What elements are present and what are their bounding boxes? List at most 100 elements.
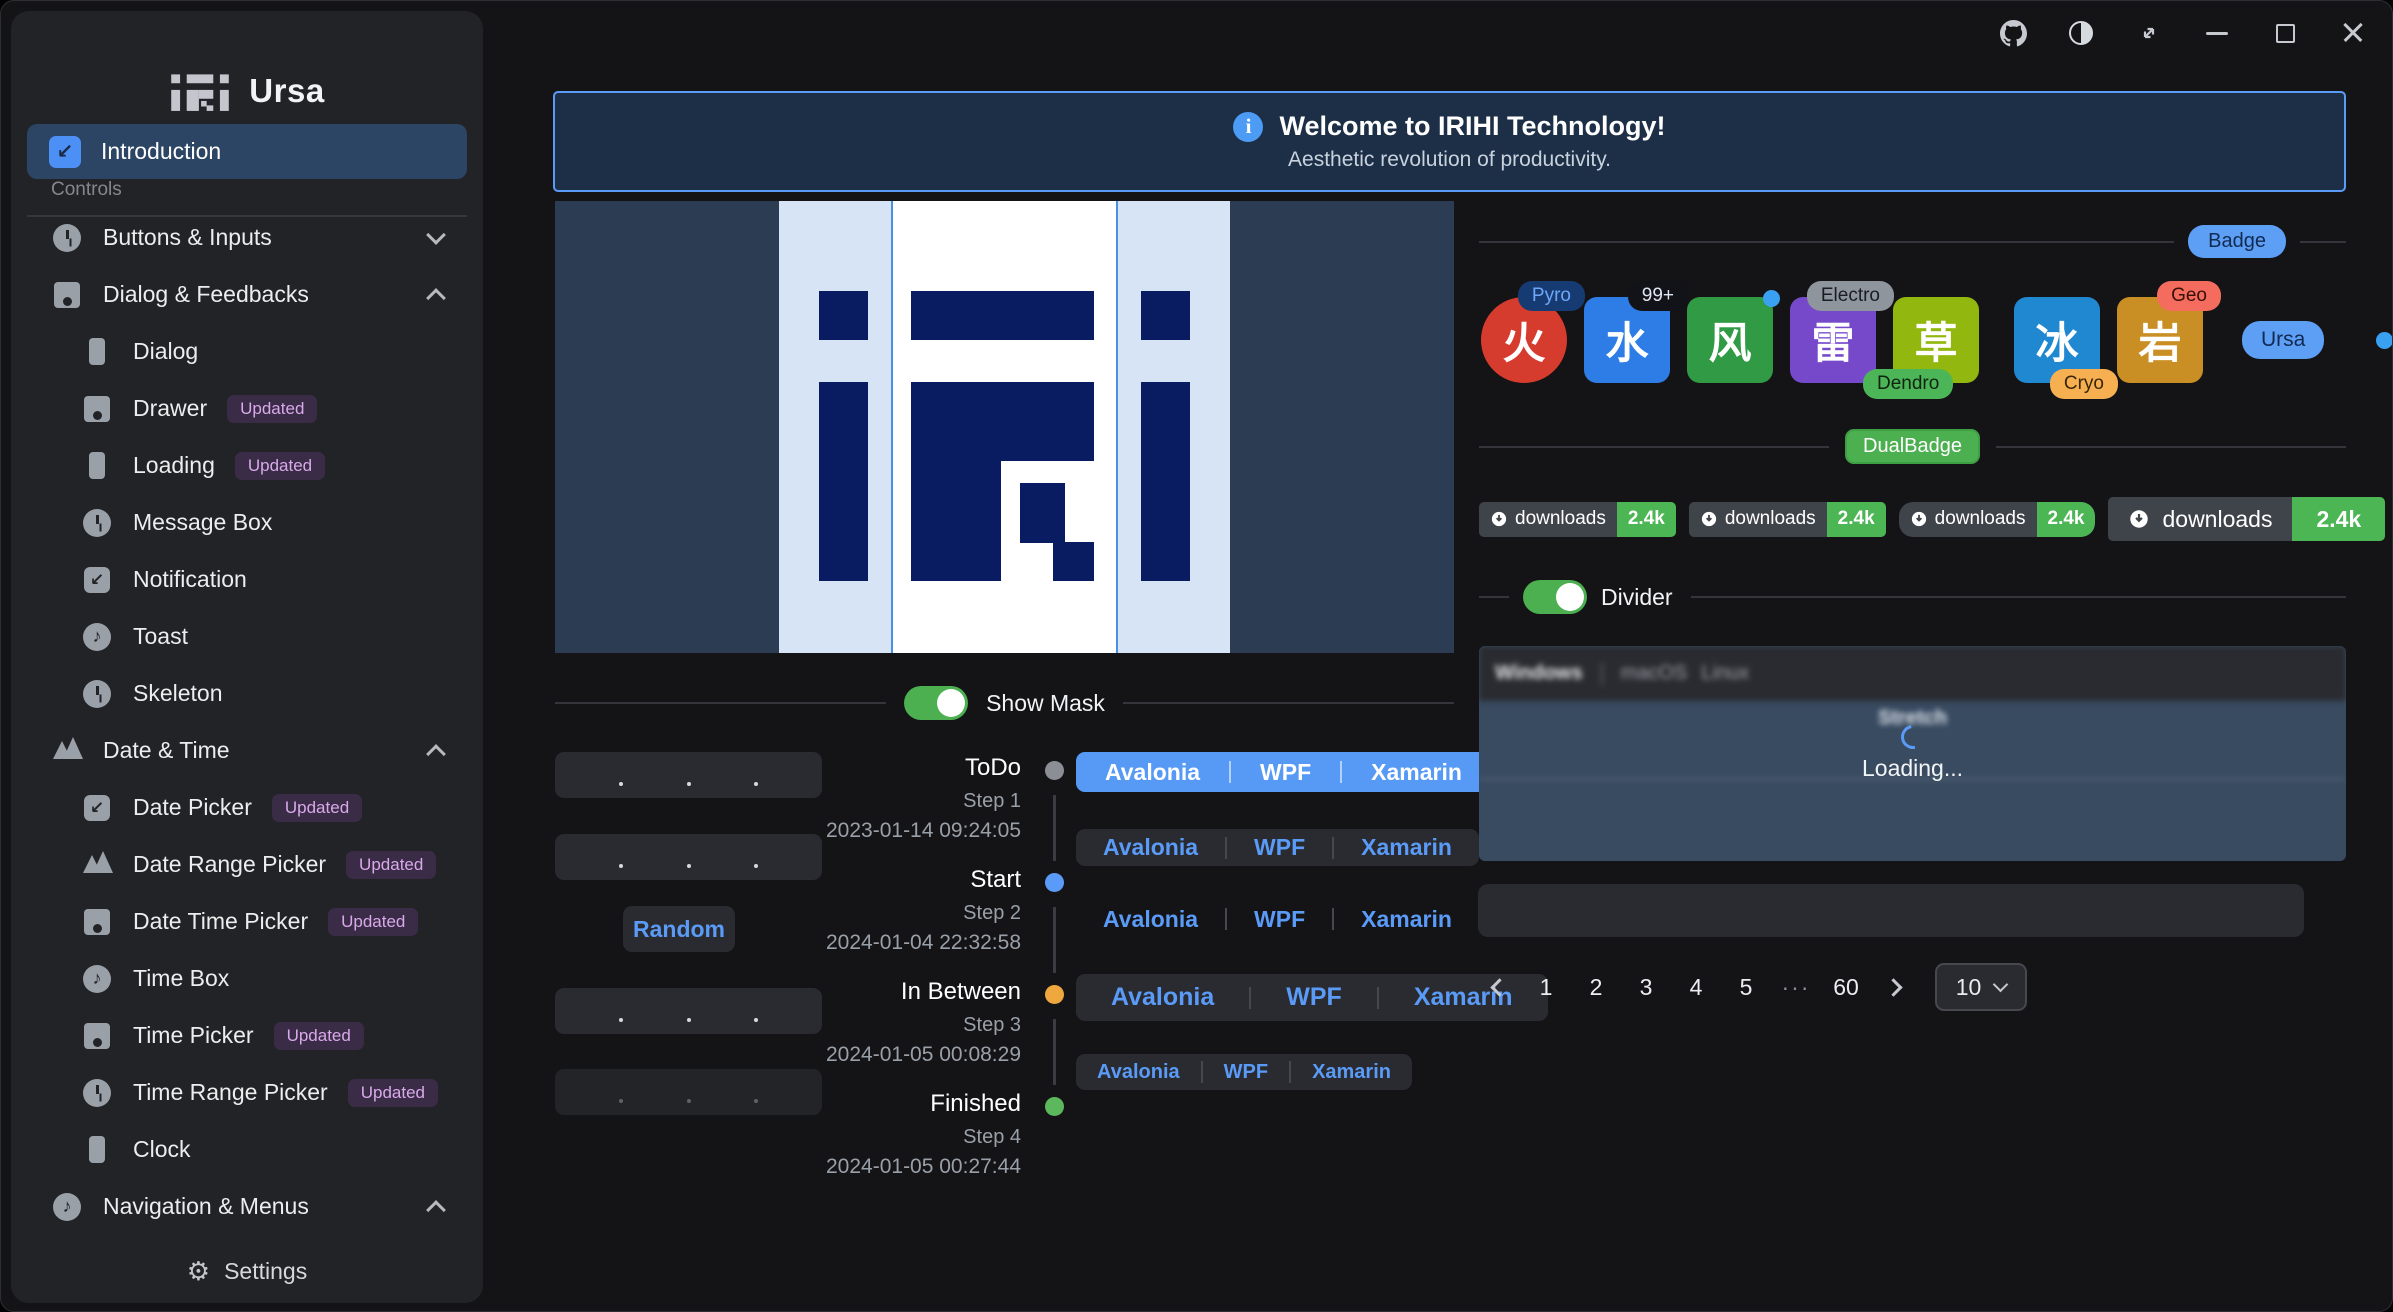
sidebar-item-date-time-picker[interactable]: Date Time Picker Updated — [11, 893, 483, 950]
badge-dendro: 草 Dendro — [1893, 297, 1979, 383]
sidebar-item-navigation-menus[interactable]: Navigation & Menus — [11, 1178, 483, 1235]
downloads-badge: downloads 2.4k — [1689, 502, 1886, 537]
updated-badge: Updated — [227, 395, 317, 423]
loading-panel: Windows macOS Linux Stretch Loading... — [1479, 646, 2346, 861]
badge-cryo: 冰 Cryo — [2014, 297, 2100, 383]
sidebar-item-clock[interactable]: Clock — [11, 1121, 483, 1178]
pagination-ellipsis: ··· — [1773, 974, 1819, 1001]
tab-separator — [1601, 663, 1603, 685]
page-button-60[interactable]: 60 — [1823, 964, 1869, 1010]
badge-electro: 雷 Electro — [1790, 297, 1876, 383]
sidebar-item-date-time[interactable]: Date & Time — [11, 722, 483, 779]
divider-line — [1691, 596, 2346, 598]
sidebar-nav-list: Buttons & Inputs Dialog & Feedbacks Dial… — [11, 209, 483, 1239]
clock-icon — [81, 507, 113, 539]
floppy-icon — [81, 393, 113, 425]
page-size-select[interactable]: 10 — [1935, 963, 2027, 1011]
page-button-2[interactable]: 2 — [1573, 964, 1619, 1010]
xamarin-button[interactable]: Xamarin — [1334, 906, 1479, 933]
dendro-tag: Dendro — [1863, 369, 1953, 399]
sidebar-item-dialog[interactable]: Dialog — [11, 323, 483, 380]
tab-linux[interactable]: Linux — [1701, 662, 1749, 685]
avalonia-button[interactable]: Avalonia — [1076, 906, 1225, 933]
clock-icon — [51, 222, 83, 254]
sidebar-item-date-range-picker[interactable]: Date Range Picker Updated — [11, 836, 483, 893]
sidebar-item-date-picker[interactable]: Date Picker Updated — [11, 779, 483, 836]
timeline-dot-inbetween — [1045, 985, 1064, 1004]
avalonia-button[interactable]: Avalonia — [1076, 834, 1225, 861]
controls-section-label: Controls — [51, 179, 122, 201]
theme-toggle-icon[interactable] — [2058, 15, 2104, 51]
page-button-4[interactable]: 4 — [1673, 964, 1719, 1010]
wpf-button[interactable]: WPF — [1227, 834, 1332, 861]
expand-icon[interactable] — [2126, 15, 2172, 51]
xamarin-button[interactable]: Xamarin — [1342, 759, 1491, 786]
divider-line — [555, 702, 886, 704]
page-button-1[interactable]: 1 — [1523, 964, 1569, 1010]
downloads-badge: downloads 2.4k — [1479, 502, 1676, 537]
avalonia-button[interactable]: Avalonia — [1076, 983, 1249, 1012]
avalonia-button[interactable]: Avalonia — [1076, 1061, 1201, 1084]
divider-line — [1479, 241, 2174, 243]
divider-demo-row: Divider — [1479, 579, 2346, 615]
sidebar-item-introduction[interactable]: ↙ Introduction — [27, 124, 467, 179]
page-button-3[interactable]: 3 — [1623, 964, 1669, 1010]
chevron-down-icon — [1993, 977, 2009, 993]
maximize-button[interactable] — [2262, 15, 2308, 51]
cryo-tag: Cryo — [2050, 369, 2118, 399]
sidebar-item-notification[interactable]: Notification — [11, 551, 483, 608]
wpf-button[interactable]: WPF — [1227, 906, 1332, 933]
welcome-banner: i Welcome to IRIHI Technology! Aesthetic… — [553, 91, 2346, 192]
sidebar-item-message-box[interactable]: Message Box — [11, 494, 483, 551]
mask-band-dark — [555, 201, 779, 653]
button-group-dark: Avalonia WPF Xamarin — [1076, 829, 1479, 866]
sidebar-item-drawer[interactable]: Drawer Updated — [11, 380, 483, 437]
github-icon[interactable] — [1990, 15, 2036, 51]
sidebar-item-time-range-picker[interactable]: Time Range Picker Updated — [11, 1064, 483, 1121]
timeline-step: ToDo Step 1 2023-01-14 09:24:05 — [691, 753, 1021, 846]
sidebar-item-buttons-inputs[interactable]: Buttons & Inputs — [11, 209, 483, 266]
xamarin-button[interactable]: Xamarin — [1334, 834, 1479, 861]
text-input-empty[interactable] — [1478, 884, 2304, 937]
battery-icon — [81, 1134, 113, 1166]
tab-windows[interactable]: Windows — [1495, 662, 1583, 685]
minimize-button[interactable] — [2194, 15, 2240, 51]
avalonia-button[interactable]: Avalonia — [1076, 759, 1229, 786]
close-button[interactable] — [2330, 15, 2376, 51]
mask-band-dark — [1230, 201, 1454, 653]
updated-badge: Updated — [272, 794, 362, 822]
sidebar-item-toast[interactable]: Toast — [11, 608, 483, 665]
divider-line — [2300, 241, 2346, 243]
clock-icon — [81, 678, 113, 710]
next-page-button[interactable] — [1873, 964, 1913, 1010]
trees-icon — [51, 735, 83, 767]
ursa-logo-icon — [169, 66, 231, 116]
downloads-badges-row: downloads 2.4k downloads 2.4k downloads … — [1479, 496, 2346, 542]
spinner-icon — [1896, 720, 1929, 753]
divider-line — [1996, 446, 2346, 448]
settings-button[interactable]: ⚙ Settings — [11, 1239, 483, 1303]
divider-toggle[interactable] — [1523, 580, 1587, 614]
show-mask-toggle[interactable] — [904, 686, 968, 720]
panel-tabs: Windows macOS Linux — [1479, 646, 2346, 701]
chevron-up-icon — [426, 288, 446, 308]
wpf-button[interactable]: WPF — [1231, 759, 1340, 786]
dot-badge — [2376, 332, 2393, 349]
button-group-borderless: Avalonia WPF Xamarin — [1076, 901, 1479, 937]
xamarin-button[interactable]: Xamarin — [1291, 1061, 1412, 1084]
sidebar-item-dialog-feedbacks[interactable]: Dialog & Feedbacks — [11, 266, 483, 323]
updated-badge: Updated — [235, 452, 325, 480]
tab-macos[interactable]: macOS — [1621, 662, 1688, 685]
sidebar-item-skeleton[interactable]: Skeleton — [11, 665, 483, 722]
page-button-5[interactable]: 5 — [1723, 964, 1769, 1010]
chevron-down-icon — [426, 225, 446, 245]
sidebar-item-time-box[interactable]: Time Box — [11, 950, 483, 1007]
sidebar-item-time-picker[interactable]: Time Picker Updated — [11, 1007, 483, 1064]
sidebar-item-loading[interactable]: Loading Updated — [11, 437, 483, 494]
wpf-button[interactable]: WPF — [1251, 983, 1377, 1012]
dualbadge-section-divider: DualBadge — [1479, 429, 2346, 464]
app-window: Ursa ↙ Introduction Controls Buttons & I… — [0, 0, 2393, 1312]
timeline-dot-start — [1045, 873, 1064, 892]
wpf-button[interactable]: WPF — [1203, 1061, 1289, 1084]
prev-page-button[interactable] — [1479, 964, 1519, 1010]
